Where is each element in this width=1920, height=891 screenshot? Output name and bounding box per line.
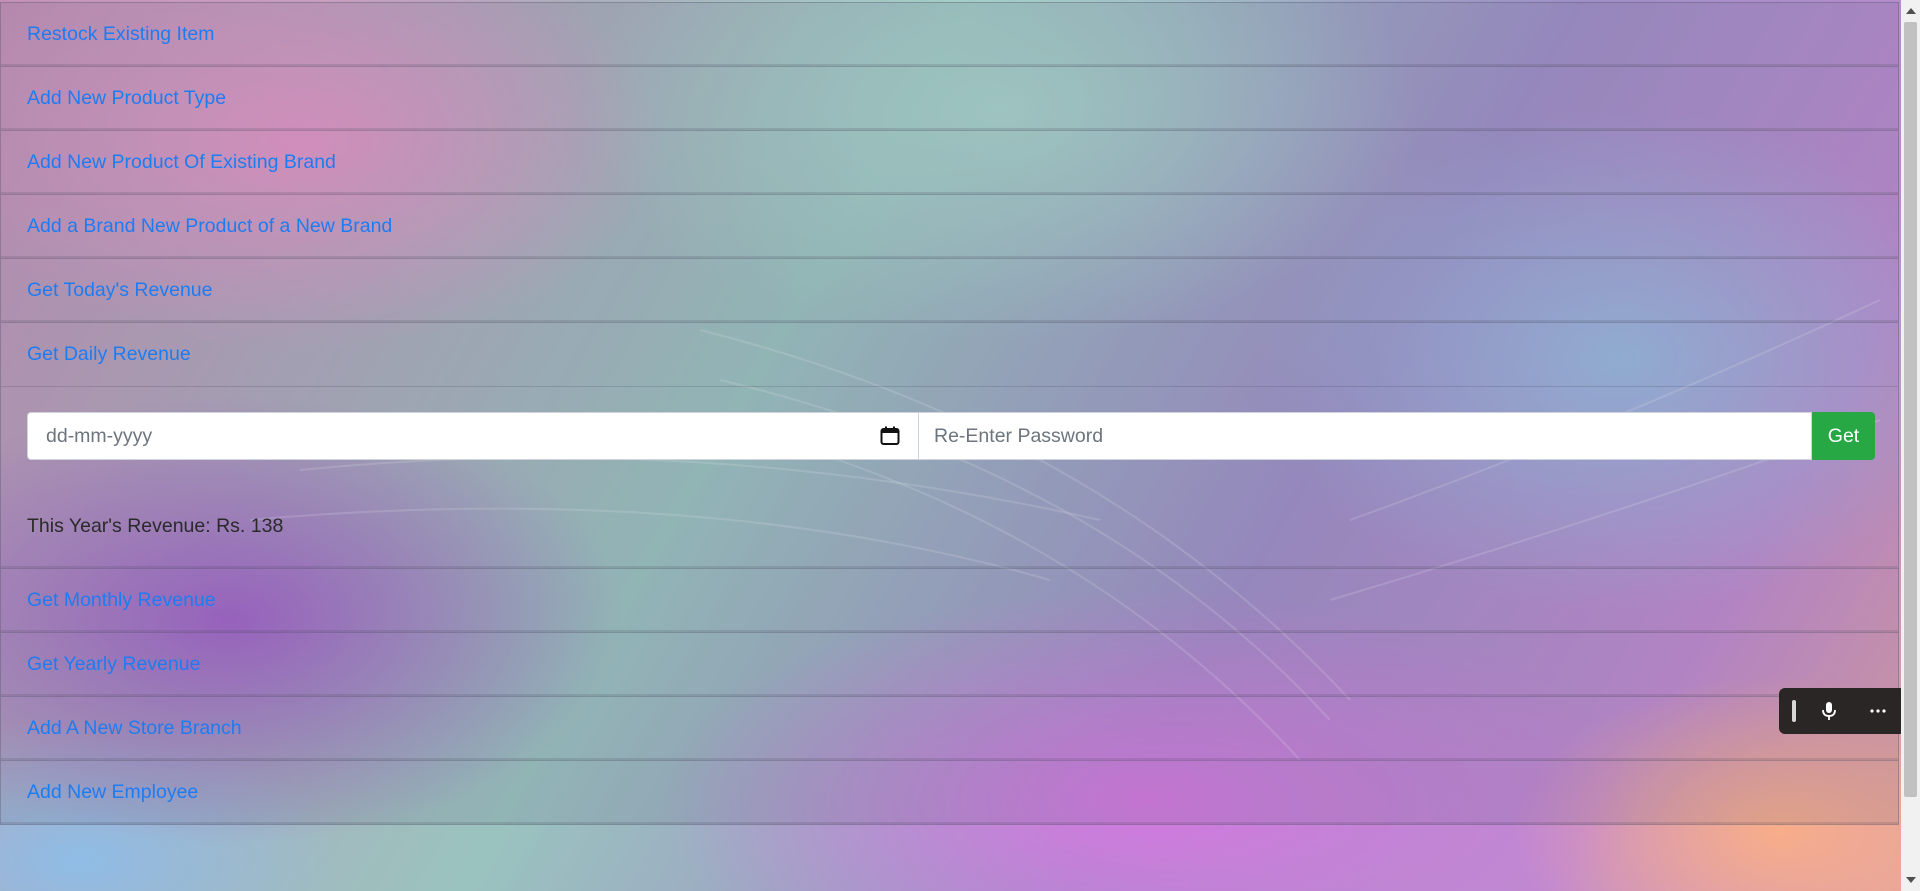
accordion-header-monthly-revenue: Get Monthly Revenue xyxy=(1,569,1898,632)
accordion-header-today-revenue: Get Today's Revenue xyxy=(1,259,1898,322)
accordion-item-existing-brand: Add New Product Of Existing Brand xyxy=(0,131,1899,195)
actions-accordion: Restock Existing Item Add New Product Ty… xyxy=(0,2,1899,825)
accordion-item-new-employee: Add New Employee xyxy=(0,761,1899,825)
add-new-employee-link[interactable]: Add New Employee xyxy=(27,781,198,804)
restock-existing-item-link[interactable]: Restock Existing Item xyxy=(27,23,214,46)
accordion-item-monthly-revenue: Get Monthly Revenue xyxy=(0,569,1899,633)
more-options-icon[interactable] xyxy=(1863,696,1893,726)
accordion-header-new-employee: Add New Employee xyxy=(1,761,1898,824)
accordion-header-new-brand: Add a Brand New Product of a New Brand xyxy=(1,195,1898,258)
scroll-down-arrow-icon[interactable] xyxy=(1906,877,1916,883)
accordion-item-new-brand: Add a Brand New Product of a New Brand xyxy=(0,195,1899,259)
date-input[interactable]: dd-mm-yyyy xyxy=(27,412,919,460)
get-button[interactable]: Get xyxy=(1812,412,1875,460)
date-placeholder: dd-mm-yyyy xyxy=(46,424,153,447)
add-new-product-type-link[interactable]: Add New Product Type xyxy=(27,87,226,110)
get-monthly-revenue-link[interactable]: Get Monthly Revenue xyxy=(27,589,216,612)
add-product-existing-brand-link[interactable]: Add New Product Of Existing Brand xyxy=(27,151,336,174)
add-store-branch-link[interactable]: Add A New Store Branch xyxy=(27,717,242,740)
revenue-result: This Year's Revenue: Rs. 138 xyxy=(27,515,284,537)
scroll-up-arrow-icon[interactable] xyxy=(1906,8,1916,14)
get-yearly-revenue-link[interactable]: Get Yearly Revenue xyxy=(27,653,200,676)
floating-voice-toolbar xyxy=(1779,688,1906,734)
accordion-header-store-branch: Add A New Store Branch xyxy=(1,697,1898,760)
get-today-revenue-link[interactable]: Get Today's Revenue xyxy=(27,279,212,302)
daily-revenue-panel: dd-mm-yyyy Re-Enter Password Get This Ye… xyxy=(1,386,1898,568)
re-enter-password-input[interactable]: Re-Enter Password xyxy=(919,412,1812,460)
vertical-scrollbar[interactable] xyxy=(1901,0,1920,891)
accordion-header-new-product-type: Add New Product Type xyxy=(1,67,1898,130)
accordion-header-yearly-revenue: Get Yearly Revenue xyxy=(1,633,1898,696)
accordion-item-new-product-type: Add New Product Type xyxy=(0,67,1899,131)
accordion-item-store-branch: Add A New Store Branch xyxy=(0,697,1899,761)
revenue-query-form: dd-mm-yyyy Re-Enter Password Get xyxy=(27,412,1875,460)
accordion-header-restock: Restock Existing Item xyxy=(1,3,1898,66)
accordion-item-today-revenue: Get Today's Revenue xyxy=(0,259,1899,323)
password-placeholder: Re-Enter Password xyxy=(934,424,1104,447)
accordion-header-existing-brand: Add New Product Of Existing Brand xyxy=(1,131,1898,194)
drag-handle[interactable] xyxy=(1792,700,1797,722)
get-daily-revenue-link[interactable]: Get Daily Revenue xyxy=(27,343,191,366)
calendar-icon[interactable] xyxy=(880,426,900,446)
accordion-header-daily-revenue: Get Daily Revenue xyxy=(1,323,1898,386)
accordion-item-yearly-revenue: Get Yearly Revenue xyxy=(0,633,1899,697)
microphone-icon[interactable] xyxy=(1814,696,1844,726)
scrollbar-thumb[interactable] xyxy=(1904,22,1917,797)
accordion-item-daily-revenue: Get Daily Revenue dd-mm-yyyy Re-Enter Pa… xyxy=(0,323,1899,569)
accordion-item-restock: Restock Existing Item xyxy=(0,2,1899,67)
add-product-new-brand-link[interactable]: Add a Brand New Product of a New Brand xyxy=(27,215,392,238)
